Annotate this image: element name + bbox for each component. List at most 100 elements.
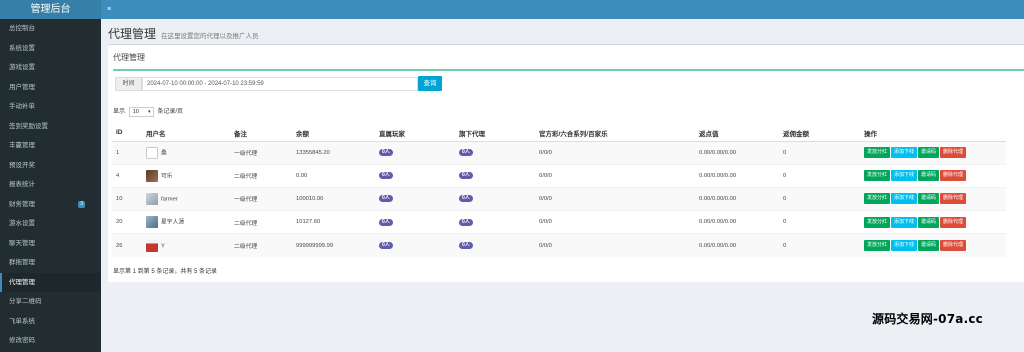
sidebar-item[interactable]: 修改密码 [0,331,101,351]
username-text: farmer [161,196,178,203]
cell-sub-agents: 0人 [455,210,535,234]
sidebar-item[interactable]: 代理管理 [0,272,101,292]
dividend-button[interactable]: 发放分红 [864,216,891,228]
direct-players-badge[interactable]: 0人 [379,172,393,180]
cell-rebate: 0.00/0.00/0.00 [695,210,779,234]
invite-code-button[interactable]: 邀请码 [918,170,940,182]
cell-username: 可乐 [142,163,230,188]
cell-username: farmer [142,186,230,211]
sidebar: 管理后台 总控制台系统设置游戏设置 用户管理手动补单签到奖励设置丰赢管理预设开奖报… [0,0,101,352]
sidebar-item[interactable]: 用户管理 [0,78,101,98]
sidebar-item-label: 代理管理 [9,278,35,286]
table-row: 26 Y 二级代理 999999999.99 0人 0人 0/0/0 0.00/0.00/0.… [112,233,1006,257]
sidebar-item-label: 手动补单 [9,103,35,110]
sidebar-item[interactable]: 分享二维码 [0,292,101,312]
column-header[interactable]: 余额 [292,125,375,142]
sidebar-item[interactable]: 飞单系统 [0,312,101,332]
sidebar-item[interactable]: 游戏设置 [0,58,101,78]
column-header[interactable]: 旗下代理 [455,125,535,142]
direct-players-badge[interactable]: 0人 [379,195,393,203]
delete-agent-button[interactable]: 删除代理 [940,147,967,159]
avatar [146,239,158,252]
cell-commission: 0 [779,140,860,165]
sidebar-item-label: 财务管理 [9,200,35,208]
sidebar-item[interactable]: 群拖管理 [0,253,101,273]
column-header[interactable]: 直属玩家 [375,125,455,142]
cell-username: 桑 [142,140,230,165]
sidebar-item[interactable]: 财务管理 3 [0,195,101,215]
column-header[interactable]: 操作 [860,125,1006,142]
invite-code-button[interactable]: 邀请码 [918,193,940,205]
sub-agents-badge[interactable]: 0人 [459,195,473,203]
sidebar-item-label: 总控制台 [9,25,35,32]
sidebar-item[interactable]: 系统设置 [0,39,101,59]
chevron-down-icon: ▾ [148,109,151,115]
sub-agents-badge[interactable]: 0人 [459,172,473,180]
page-size-select[interactable]: 10 ▾ [128,107,154,117]
add-sub-button[interactable]: 添加下线 [891,240,918,252]
sidebar-item-label: 预设开奖 [9,161,35,169]
sidebar-item[interactable]: 聊天管理 [0,234,101,254]
invite-code-button[interactable]: 邀请码 [918,216,940,228]
delete-agent-button[interactable]: 删除代理 [940,216,967,228]
cell-note: 一级代理 [230,140,292,165]
add-sub-button[interactable]: 添加下线 [891,170,918,182]
avatar [146,169,158,182]
invite-code-button[interactable]: 邀请码 [918,147,940,159]
sidebar-item[interactable]: 签到奖励设置 [0,117,101,137]
add-sub-button[interactable]: 添加下线 [891,147,918,159]
cell-id: 1 [112,140,142,165]
cell-rates: 0/0/0 [535,186,695,211]
sidebar-item[interactable]: 手动补单 [0,97,101,117]
sidebar-item[interactable]: 总控制台 [0,19,101,39]
cell-note: 二级代理 [230,233,292,257]
direct-players-badge[interactable]: 0人 [379,242,393,250]
sidebar-item[interactable]: 预设开奖 [0,156,101,176]
sub-agents-badge[interactable]: 0人 [459,242,473,250]
sidebar-item-label: 丰赢管理 [9,142,35,149]
sidebar-item-label: 系统设置 [9,44,35,52]
dividend-button[interactable]: 发放分红 [864,240,891,252]
cell-sub-agents: 0人 [455,186,535,211]
sidebar-item[interactable]: 游水设置 [0,214,101,234]
sidebar-toggle-icon[interactable]: ≡ [107,5,111,14]
column-header[interactable]: 备注 [230,125,292,142]
sub-agents-badge[interactable]: 0人 [459,218,473,226]
sidebar-item[interactable]: 报表统计 [0,175,101,195]
cell-id: 10 [112,186,142,211]
column-header[interactable]: 返佣金额 [779,125,860,142]
direct-players-badge[interactable]: 0人 [379,218,393,226]
direct-players-badge[interactable]: 0人 [379,149,393,157]
cell-balance: 999999999.99 [292,233,375,257]
sidebar-item[interactable]: 丰赢管理 [0,136,101,156]
avatar [146,146,158,159]
cell-commission: 0 [779,233,860,257]
dividend-button[interactable]: 发放分红 [864,193,891,205]
column-header[interactable]: 返点值 [695,125,779,142]
divider [113,69,1024,71]
column-header[interactable]: 用户名 [142,125,230,142]
cell-commission: 0 [779,210,860,234]
column-header[interactable]: ID [112,125,142,142]
box-title: 代理管理 [113,53,145,62]
cell-direct-players: 0人 [375,233,455,257]
search-button[interactable]: 查询 [418,76,442,91]
sidebar-item-label: 修改密码 [9,337,35,344]
cell-direct-players: 0人 [375,163,455,188]
add-sub-button[interactable]: 添加下线 [891,216,918,228]
delete-agent-button[interactable]: 删除代理 [940,170,967,182]
invite-code-button[interactable]: 邀请码 [918,240,940,252]
cell-balance: 0.00 [292,163,375,188]
delete-agent-button[interactable]: 删除代理 [940,193,967,205]
cell-id: 26 [112,233,142,257]
avatar [146,192,158,205]
sub-agents-badge[interactable]: 0人 [459,149,473,157]
date-range-input[interactable]: 2024-07-10 00:00:00 - 2024-07-10 23:59:5… [142,77,418,91]
column-header[interactable]: 官方彩/六合系列/百家乐 [535,125,695,142]
dividend-button[interactable]: 发放分红 [864,170,891,182]
brand-logo[interactable]: 管理后台 [0,0,101,19]
cell-note: 二级代理 [230,210,292,234]
delete-agent-button[interactable]: 删除代理 [940,240,967,252]
add-sub-button[interactable]: 添加下线 [891,193,918,205]
dividend-button[interactable]: 发放分红 [864,147,891,159]
